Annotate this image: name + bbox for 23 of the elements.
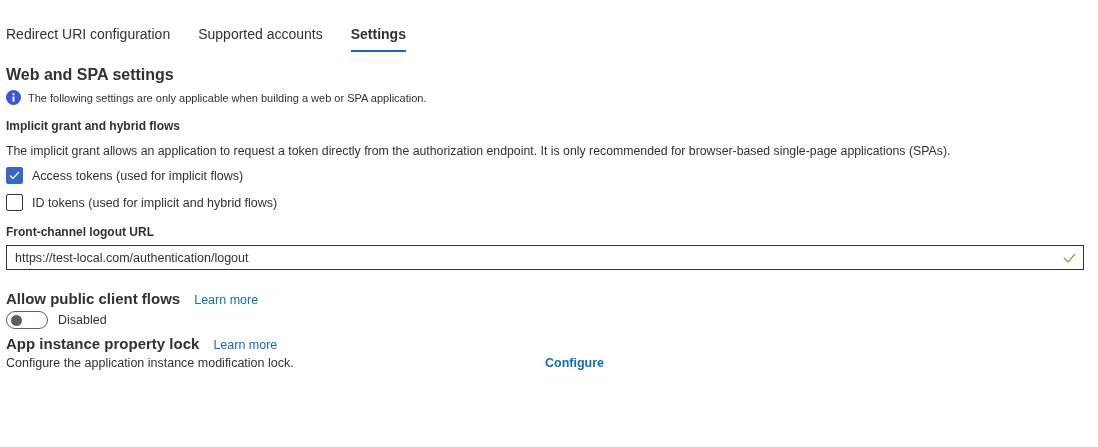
configure-button[interactable]: Configure: [545, 356, 605, 370]
checkbox[interactable]: [6, 194, 23, 211]
checkbox[interactable]: [6, 167, 23, 184]
section-title: Web and SPA settings: [6, 66, 175, 84]
url-field[interactable]: https://test-local.com/authentication/logout: [6, 245, 1084, 270]
section-title: App instance property lock: [6, 335, 200, 352]
info-icon: [6, 90, 21, 105]
toggle-switch[interactable]: [6, 311, 48, 329]
tab[interactable]: Supported accounts: [198, 26, 323, 52]
subsection-title: Implicit grant and hybrid flows: [6, 119, 181, 133]
toggle-label: Disabled: [58, 313, 107, 327]
section-title: Allow public client flows: [6, 290, 181, 307]
description-text: Configure the application instance modification lock.: [6, 356, 295, 370]
checkmark-icon: [9, 171, 20, 180]
field-label: Front-channel logout URL: [6, 225, 155, 239]
checkbox-label: Access tokens (used for implicit flows): [32, 168, 244, 183]
description-text: The implicit grant allows an application to request a token directly from the authorization endpoint. It is only recommended for browser-based single-page applications (SPAs).: [6, 144, 952, 158]
checkbox-label: ID tokens (used for implicit and hybrid flows): [32, 195, 278, 210]
learn-more-link[interactable]: Learn more: [213, 338, 278, 352]
tab[interactable]: Settings: [350, 26, 406, 52]
learn-more-link[interactable]: Learn more: [194, 293, 259, 307]
tab[interactable]: Redirect URI configuration: [6, 26, 171, 52]
info-text: The following settings are only applicable when building a web or SPA application.: [28, 91, 427, 104]
